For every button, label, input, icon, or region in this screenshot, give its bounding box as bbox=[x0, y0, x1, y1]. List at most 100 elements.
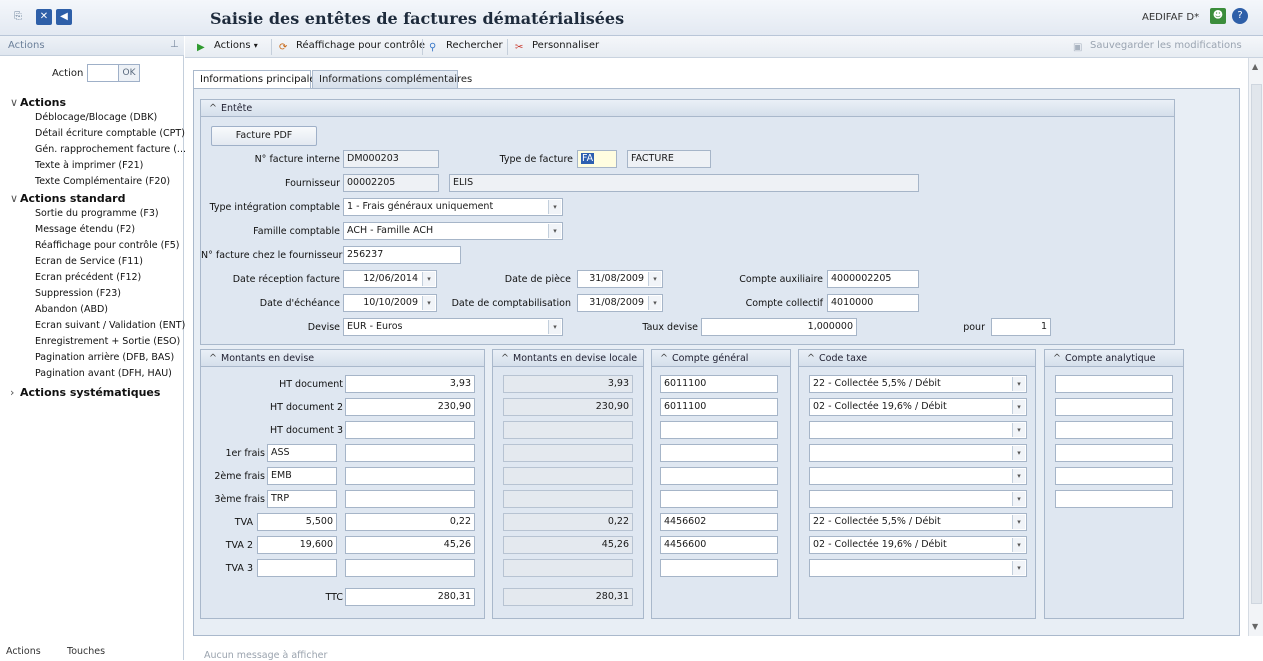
amount-field[interactable]: 45,26 bbox=[345, 536, 475, 554]
general-account-field[interactable] bbox=[660, 421, 778, 439]
chevron-down-icon[interactable]: ▾ bbox=[1012, 377, 1025, 391]
pin-icon[interactable]: ⊥ bbox=[170, 39, 179, 50]
tax-code-select[interactable]: ▾ bbox=[809, 559, 1027, 577]
collective-account-field[interactable]: 4010000 bbox=[827, 294, 919, 312]
tax-code-select[interactable]: 22 - Collectée 5,5% / Débit ▾ bbox=[809, 375, 1027, 393]
action-item[interactable]: Ecran précédent (F12) bbox=[35, 272, 141, 283]
chevron-down-icon[interactable]: ▾ bbox=[1012, 492, 1025, 506]
chevron-down-icon[interactable]: ▾ bbox=[1012, 561, 1025, 575]
general-account-field[interactable] bbox=[660, 490, 778, 508]
ok-button[interactable]: OK bbox=[118, 64, 140, 82]
accounting-date-field[interactable]: 31/08/2009 ▾ bbox=[577, 294, 663, 312]
refresh-button[interactable]: ⟳ Réaffichage pour contrôle bbox=[279, 40, 425, 54]
section-header[interactable]: ^ Montants en devise bbox=[201, 350, 484, 367]
footer-tab-actions[interactable]: Actions bbox=[6, 646, 41, 657]
chevron-down-icon[interactable]: ▾ bbox=[1012, 446, 1025, 460]
chevron-down-icon[interactable]: ▾ bbox=[1012, 538, 1025, 552]
vertical-scrollbar[interactable]: ▲ ▼ bbox=[1248, 58, 1263, 636]
general-account-field[interactable]: 4456600 bbox=[660, 536, 778, 554]
chevron-down-icon[interactable]: ▾ bbox=[548, 320, 561, 334]
piece-date-field[interactable]: 31/08/2009 ▾ bbox=[577, 270, 663, 288]
chevron-down-icon[interactable]: ▾ bbox=[1012, 469, 1025, 483]
tab-main-info[interactable]: Informations principales bbox=[193, 70, 321, 89]
action-item[interactable]: Enregistrement + Sortie (ESO) bbox=[35, 336, 180, 347]
chevron-down-icon[interactable]: ▾ bbox=[1012, 515, 1025, 529]
search-button[interactable]: ⚲ Rechercher bbox=[429, 40, 503, 54]
chevron-down-icon[interactable]: ▾ bbox=[548, 200, 561, 214]
action-item[interactable]: Pagination arrière (DFB, BAS) bbox=[35, 352, 174, 363]
tax-code-select[interactable]: ▾ bbox=[809, 421, 1027, 439]
action-item[interactable]: Suppression (F23) bbox=[35, 288, 121, 299]
section-header[interactable]: ^ Montants en devise locale bbox=[493, 350, 643, 367]
amount-field[interactable] bbox=[345, 467, 475, 485]
action-item[interactable]: Déblocage/Blocage (DBK) bbox=[35, 112, 157, 123]
group-standard-actions[interactable]: ∨ Actions standard bbox=[10, 192, 125, 205]
chevron-down-icon[interactable]: ▾ bbox=[648, 272, 661, 286]
rate-field[interactable]: 1,000000 bbox=[701, 318, 857, 336]
help-icon[interactable]: ? bbox=[1232, 8, 1248, 24]
general-account-field[interactable] bbox=[660, 467, 778, 485]
action-item[interactable]: Message étendu (F2) bbox=[35, 224, 135, 235]
supplier-invoice-field[interactable]: 256237 bbox=[343, 246, 461, 264]
chevron-down-icon[interactable]: ▾ bbox=[648, 296, 661, 310]
fee-code-field[interactable]: EMB bbox=[267, 467, 337, 485]
section-header[interactable]: ^ Code taxe bbox=[799, 350, 1035, 367]
pour-field[interactable]: 1 bbox=[991, 318, 1051, 336]
general-account-field[interactable]: 6011100 bbox=[660, 375, 778, 393]
action-input[interactable] bbox=[87, 64, 119, 82]
action-item[interactable]: Texte à imprimer (F21) bbox=[35, 160, 143, 171]
vat-rate-field[interactable]: 19,600 bbox=[257, 536, 337, 554]
reception-date-field[interactable]: 12/06/2014 ▾ bbox=[343, 270, 437, 288]
chevron-down-icon[interactable]: ▾ bbox=[422, 296, 435, 310]
action-item[interactable]: Sortie du programme (F3) bbox=[35, 208, 159, 219]
tax-code-select[interactable]: 02 - Collectée 19,6% / Débit ▾ bbox=[809, 536, 1027, 554]
action-item[interactable]: Texte Complémentaire (F20) bbox=[35, 176, 170, 187]
analytic-account-field[interactable] bbox=[1055, 375, 1173, 393]
action-item[interactable]: Ecran suivant / Validation (ENT) bbox=[35, 320, 185, 331]
general-account-field[interactable]: 4456602 bbox=[660, 513, 778, 531]
vat-rate-field[interactable] bbox=[257, 559, 337, 577]
actions-menu-button[interactable]: ▶ Actions ▾ bbox=[197, 40, 258, 54]
amount-field[interactable] bbox=[345, 559, 475, 577]
customize-button[interactable]: ✂ Personnaliser bbox=[515, 40, 599, 54]
amount-field[interactable] bbox=[345, 421, 475, 439]
tax-code-select[interactable]: ▾ bbox=[809, 490, 1027, 508]
scroll-up-icon[interactable]: ▲ bbox=[1252, 62, 1258, 71]
user-icon[interactable]: ☻ bbox=[1210, 8, 1226, 24]
group-systematic-actions[interactable]: › Actions systématiques bbox=[10, 386, 160, 399]
fee-code-field[interactable]: ASS bbox=[267, 444, 337, 462]
general-account-field[interactable] bbox=[660, 444, 778, 462]
tab-additional-info[interactable]: Informations complémentaires bbox=[312, 70, 472, 89]
tax-code-select[interactable]: ▾ bbox=[809, 467, 1027, 485]
scroll-thumb[interactable] bbox=[1251, 84, 1262, 604]
chevron-down-icon[interactable]: ▾ bbox=[548, 224, 561, 238]
analytic-account-field[interactable] bbox=[1055, 467, 1173, 485]
due-date-field[interactable]: 10/10/2009 ▾ bbox=[343, 294, 437, 312]
group-actions[interactable]: ∨ Actions bbox=[10, 96, 66, 109]
amount-field[interactable]: 3,93 bbox=[345, 375, 475, 393]
action-item[interactable]: Réaffichage pour contrôle (F5) bbox=[35, 240, 180, 251]
footer-tab-keys[interactable]: Touches bbox=[67, 646, 105, 657]
action-item[interactable]: Gén. rapprochement facture (... bbox=[35, 144, 186, 155]
tax-code-select[interactable]: 02 - Collectée 19,6% / Débit ▾ bbox=[809, 398, 1027, 416]
chevron-down-icon[interactable]: ▾ bbox=[1012, 423, 1025, 437]
aux-account-field[interactable]: 4000002205 bbox=[827, 270, 919, 288]
amount-field[interactable]: 230,90 bbox=[345, 398, 475, 416]
action-item[interactable]: Ecran de Service (F11) bbox=[35, 256, 143, 267]
analytic-account-field[interactable] bbox=[1055, 490, 1173, 508]
amount-field[interactable] bbox=[345, 444, 475, 462]
general-account-field[interactable] bbox=[660, 559, 778, 577]
integration-select[interactable]: 1 - Frais généraux uniquement ▾ bbox=[343, 198, 563, 216]
currency-select[interactable]: EUR - Euros ▾ bbox=[343, 318, 563, 336]
analytic-account-field[interactable] bbox=[1055, 398, 1173, 416]
scroll-down-icon[interactable]: ▼ bbox=[1252, 622, 1258, 631]
close-icon[interactable]: ✕ bbox=[36, 9, 52, 25]
invoice-internal-field[interactable]: DM000203 bbox=[343, 150, 439, 168]
pdf-invoice-button[interactable]: Facture PDF bbox=[211, 126, 317, 146]
section-header[interactable]: ^ Compte général bbox=[652, 350, 790, 367]
tax-code-select[interactable]: ▾ bbox=[809, 444, 1027, 462]
general-account-field[interactable]: 6011100 bbox=[660, 398, 778, 416]
back-icon[interactable]: ◀ bbox=[56, 9, 72, 25]
section-header[interactable]: ^ Compte analytique bbox=[1045, 350, 1183, 367]
amount-field[interactable] bbox=[345, 490, 475, 508]
